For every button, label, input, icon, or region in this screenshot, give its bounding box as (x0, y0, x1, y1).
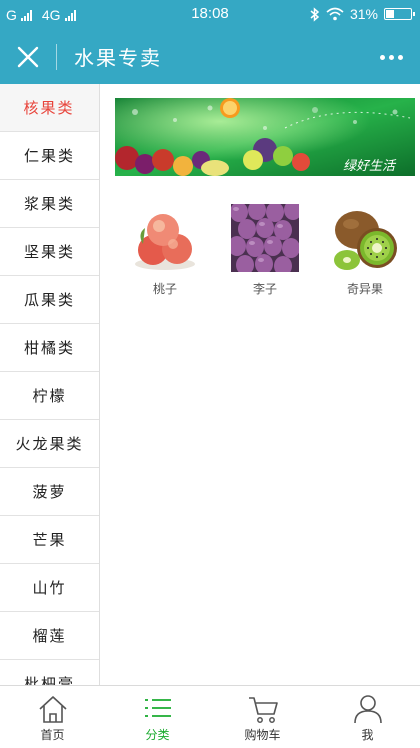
content-area: 绿好生活 桃子 李子 奇异果 (100, 84, 420, 685)
user-icon (353, 695, 382, 724)
product-name: 奇异果 (346, 282, 383, 296)
product-card-plum[interactable]: 李子 (215, 204, 315, 297)
banner-caption: 绿好生活 (343, 159, 397, 174)
tab-label: 我 (361, 728, 374, 742)
tab-home[interactable]: 首页 (0, 686, 105, 748)
battery-icon (384, 8, 415, 20)
peach-image (131, 204, 199, 272)
more-button[interactable] (376, 46, 406, 68)
sidebar-item-melons[interactable]: 瓜果类 (0, 276, 99, 324)
sidebar-item-stone-fruit[interactable]: 核果类 (0, 84, 99, 132)
status-bar: G 4G 18:08 31% (0, 0, 420, 30)
tab-label: 分类 (145, 728, 170, 742)
bottom-tabbar: 首页 分类 购物车 我 (0, 685, 420, 748)
sidebar-item-pome-fruit[interactable]: 仁果类 (0, 132, 99, 180)
close-icon (17, 46, 39, 68)
home-icon (38, 696, 67, 723)
more-icon (379, 54, 385, 60)
close-button[interactable] (12, 41, 44, 73)
battery-percent: 31% (349, 6, 378, 22)
title-divider (56, 44, 57, 70)
list-icon (144, 699, 171, 717)
tab-label: 购物车 (244, 728, 281, 742)
title-bar: 水果专卖 (0, 30, 420, 84)
promo-banner[interactable]: 绿好生活 (115, 98, 415, 176)
tab-cart[interactable]: 购物车 (210, 686, 315, 748)
kiwi-image (331, 204, 399, 272)
sidebar-item-lemon[interactable]: 柠檬 (0, 372, 99, 420)
sidebar-item-loquat[interactable]: 枇杷膏 (0, 660, 99, 685)
sidebar-item-berries[interactable]: 浆果类 (0, 180, 99, 228)
sidebar-item-mango[interactable]: 芒果 (0, 516, 99, 564)
tab-me[interactable]: 我 (315, 686, 420, 748)
status-right: 31% (310, 6, 415, 22)
tab-label: 首页 (40, 728, 65, 742)
sidebar-item-dragon-fruit[interactable]: 火龙果类 (0, 420, 99, 468)
product-grid: 桃子 李子 奇异果 (115, 204, 415, 297)
plum-image (231, 204, 299, 272)
product-card-peach[interactable]: 桃子 (115, 204, 215, 297)
product-name: 李子 (252, 282, 277, 296)
bluetooth-icon (310, 6, 320, 22)
sidebar-item-citrus[interactable]: 柑橘类 (0, 324, 99, 372)
tab-category[interactable]: 分类 (105, 686, 210, 748)
product-card-kiwi[interactable]: 奇异果 (315, 204, 415, 297)
sidebar-item-nuts[interactable]: 坚果类 (0, 228, 99, 276)
page-title: 水果专卖 (74, 46, 162, 70)
wifi-icon (326, 7, 344, 21)
banner-image: 绿好生活 (115, 98, 415, 176)
product-name: 桃子 (152, 282, 177, 296)
sidebar-item-durian[interactable]: 榴莲 (0, 612, 99, 660)
sidebar-item-mangosteen[interactable]: 山竹 (0, 564, 99, 612)
sidebar-item-pineapple[interactable]: 菠萝 (0, 468, 99, 516)
cart-icon (248, 697, 278, 723)
category-sidebar: 核果类 仁果类 浆果类 坚果类 瓜果类 柑橘类 柠檬 火龙果类 菠萝 芒果 山竹… (0, 84, 100, 685)
